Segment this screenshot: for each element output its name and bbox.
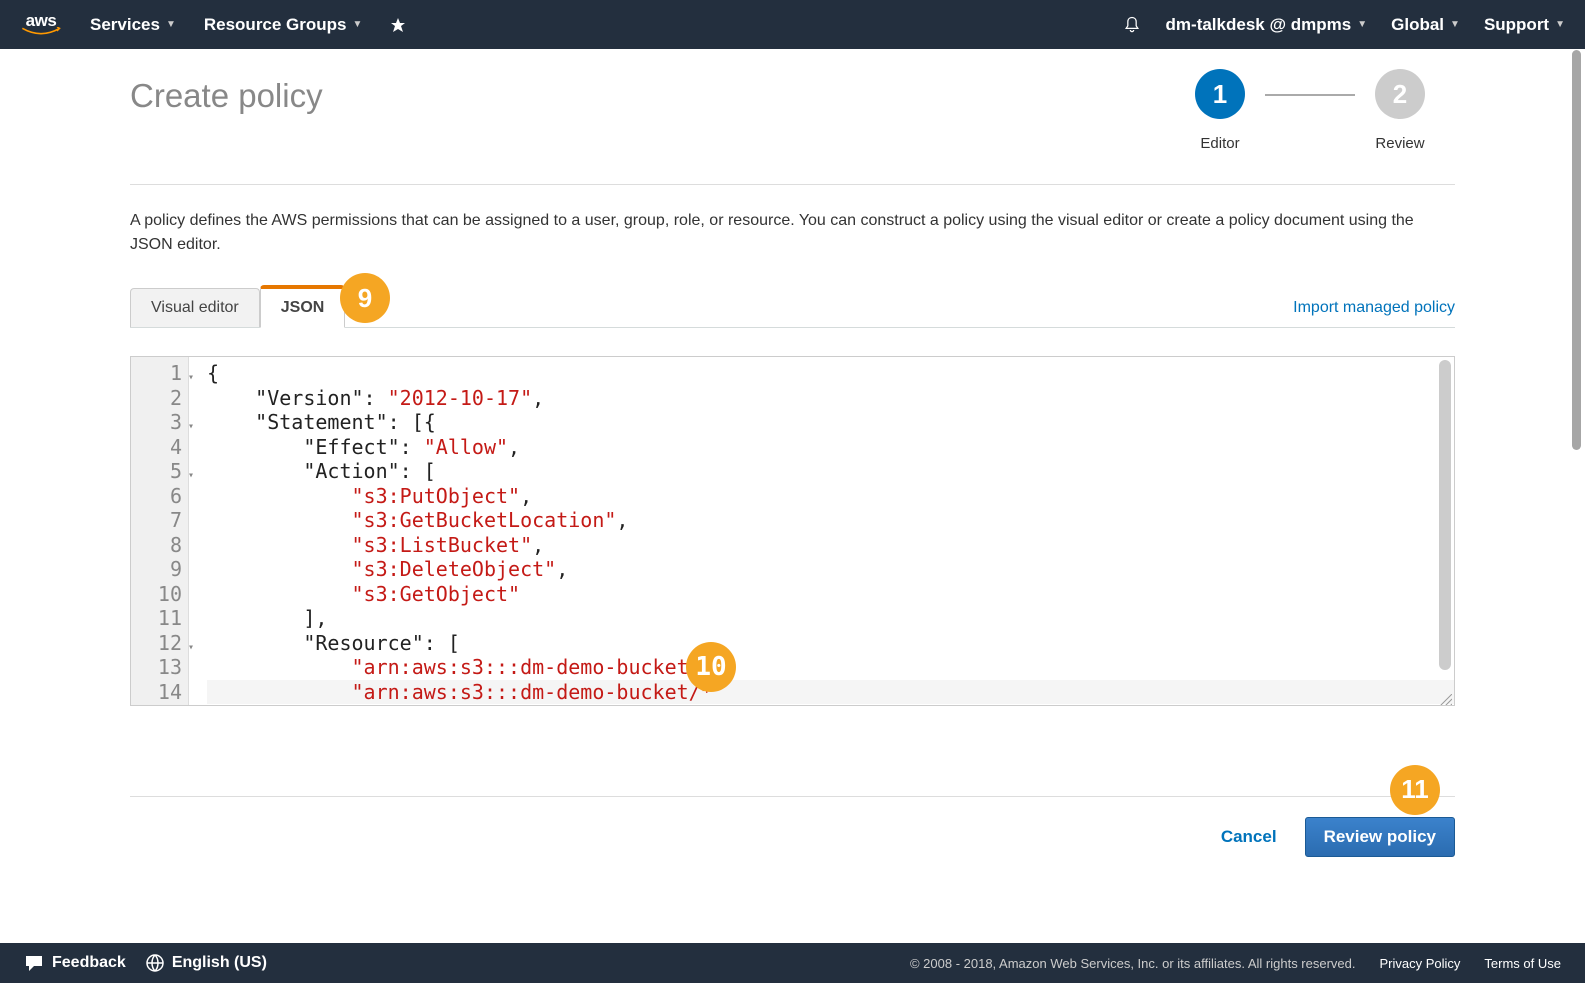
- page-title: Create policy: [130, 69, 323, 115]
- nav-left: aws Services ▼ Resource Groups ▼: [20, 11, 406, 39]
- privacy-policy-link[interactable]: Privacy Policy: [1380, 956, 1461, 971]
- copyright-text: © 2008 - 2018, Amazon Web Services, Inc.…: [910, 956, 1356, 971]
- annotation-9: 9: [340, 273, 390, 323]
- code-area[interactable]: { "Version": "2012-10-17", "Statement": …: [189, 357, 1454, 705]
- feedback-link[interactable]: Feedback: [24, 954, 126, 972]
- gutter-line[interactable]: 8: [131, 533, 182, 558]
- chat-icon: [24, 954, 44, 972]
- nav-support-label: Support: [1484, 15, 1549, 35]
- step-editor[interactable]: 1 Editor: [1175, 69, 1265, 152]
- tabs-row: Visual editor JSON 9 Import managed poli…: [130, 285, 1455, 328]
- gutter-line[interactable]: 11: [131, 606, 182, 631]
- chevron-down-icon: ▼: [1450, 19, 1460, 30]
- tab-json[interactable]: JSON: [260, 285, 346, 328]
- step-1-label: Editor: [1200, 135, 1239, 152]
- cancel-button[interactable]: Cancel: [1213, 817, 1285, 857]
- bottom-left: Feedback English (US): [24, 954, 267, 972]
- gutter-line[interactable]: 6: [131, 484, 182, 509]
- actions-row: 11 Cancel Review policy: [130, 817, 1455, 887]
- divider: [130, 184, 1455, 185]
- import-managed-policy-link[interactable]: Import managed policy: [1293, 299, 1455, 327]
- top-nav: aws Services ▼ Resource Groups ▼ dm-talk…: [0, 0, 1585, 49]
- json-editor: 1 2 3 4 5 6 7 8 9 10 11 12 13 14 { "Vers…: [130, 356, 1455, 706]
- tabs-left: Visual editor JSON 9: [130, 285, 345, 327]
- aws-logo[interactable]: aws: [20, 11, 62, 39]
- gutter-line[interactable]: 7: [131, 508, 182, 533]
- nav-account[interactable]: dm-talkdesk @ dmpms ▼: [1166, 15, 1368, 35]
- gutter-line[interactable]: 4: [131, 435, 182, 460]
- annotation-11: 11: [1390, 765, 1440, 815]
- review-policy-button[interactable]: Review policy: [1305, 817, 1455, 857]
- gutter-line[interactable]: 10: [131, 582, 182, 607]
- chevron-down-icon: ▼: [166, 19, 176, 30]
- chevron-down-icon: ▼: [353, 19, 363, 30]
- step-review[interactable]: 2 Review: [1355, 69, 1445, 152]
- nav-region[interactable]: Global ▼: [1391, 15, 1460, 35]
- stepper: 1 Editor 2 Review: [1175, 69, 1445, 152]
- editor-resize-handle[interactable]: [1438, 689, 1452, 703]
- nav-account-label: dm-talkdesk @ dmpms: [1166, 15, 1352, 35]
- main-content: Create policy 1 Editor 2 Review A policy…: [0, 49, 1585, 887]
- nav-resource-groups-label: Resource Groups: [204, 15, 347, 35]
- terms-of-use-link[interactable]: Terms of Use: [1484, 956, 1561, 971]
- nav-right: dm-talkdesk @ dmpms ▼ Global ▼ Support ▼: [1122, 15, 1565, 35]
- page-header: Create policy 1 Editor 2 Review: [130, 49, 1455, 152]
- language-label: English (US): [172, 954, 267, 972]
- step-2-label: Review: [1375, 135, 1424, 152]
- actions-divider: [130, 796, 1455, 797]
- nav-support[interactable]: Support ▼: [1484, 15, 1565, 35]
- gutter-line[interactable]: 12: [131, 631, 182, 656]
- gutter-line[interactable]: 1: [131, 361, 182, 386]
- chevron-down-icon: ▼: [1357, 19, 1367, 30]
- nav-services-label: Services: [90, 15, 160, 35]
- gutter-line[interactable]: 3: [131, 410, 182, 435]
- editor-scrollbar[interactable]: [1439, 360, 1451, 670]
- tab-visual-editor[interactable]: Visual editor: [130, 288, 260, 327]
- chevron-down-icon: ▼: [1555, 19, 1565, 30]
- step-2-circle: 2: [1375, 69, 1425, 119]
- bell-icon[interactable]: [1122, 15, 1142, 35]
- bottom-right: © 2008 - 2018, Amazon Web Services, Inc.…: [910, 956, 1561, 971]
- editor-gutter: 1 2 3 4 5 6 7 8 9 10 11 12 13 14: [131, 357, 189, 705]
- feedback-label: Feedback: [52, 954, 126, 972]
- gutter-line[interactable]: 2: [131, 386, 182, 411]
- aws-smile-icon: [20, 27, 62, 39]
- language-selector[interactable]: English (US): [146, 954, 267, 972]
- globe-icon: [146, 954, 164, 972]
- gutter-line[interactable]: 9: [131, 557, 182, 582]
- bottom-bar: Feedback English (US) © 2008 - 2018, Ama…: [0, 943, 1585, 983]
- step-1-circle: 1: [1195, 69, 1245, 119]
- annotation-10: 10: [686, 642, 736, 692]
- nav-services[interactable]: Services ▼: [90, 15, 176, 35]
- gutter-line[interactable]: 14: [131, 680, 182, 705]
- nav-region-label: Global: [1391, 15, 1444, 35]
- step-connector: [1265, 94, 1355, 96]
- pin-icon[interactable]: [390, 17, 406, 33]
- nav-resource-groups[interactable]: Resource Groups ▼: [204, 15, 363, 35]
- gutter-line[interactable]: 5: [131, 459, 182, 484]
- gutter-line[interactable]: 13: [131, 655, 182, 680]
- page-description: A policy defines the AWS permissions tha…: [130, 209, 1455, 257]
